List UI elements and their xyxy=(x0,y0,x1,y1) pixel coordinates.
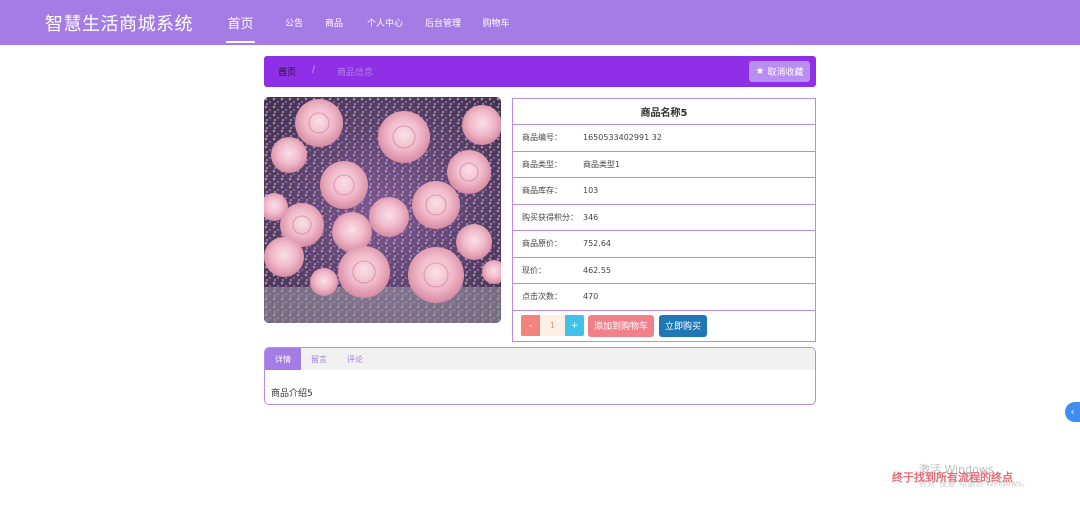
info-row-code: 商品编号： 1650533402991 32 xyxy=(513,125,815,152)
breadcrumb-home[interactable]: 首页 xyxy=(278,65,296,78)
nav-item-admin[interactable]: 后台管理 xyxy=(414,0,472,45)
main-nav: 首页 公告 商品 个人中心 后台管理 购物车 xyxy=(212,0,520,45)
info-row-clicks: 点击次数： 470 xyxy=(513,284,815,311)
tab-messages[interactable]: 留言 xyxy=(301,348,337,370)
top-navbar: 智慧生活商城系统 首页 公告 商品 个人中心 后台管理 购物车 xyxy=(0,0,1080,45)
breadcrumb-current: 商品信息 xyxy=(337,68,374,78)
breadcrumb: 首页 / 商品信息 ★ 取消收藏 xyxy=(264,56,816,87)
purchase-actions: - + 添加到购物车 立即购买 xyxy=(513,311,815,341)
nav-item-profile[interactable]: 个人中心 xyxy=(356,0,414,45)
tab-content: 商品介绍5 xyxy=(271,389,313,399)
info-key: 购买获得积分： xyxy=(522,212,578,222)
nav-item-home[interactable]: 首页 xyxy=(219,0,262,45)
overlay-caption: 终于找到所有流程的终点 xyxy=(892,471,1013,484)
info-value: 1650533402991 32 xyxy=(583,133,662,143)
info-row-stock: 商品库存： 103 xyxy=(513,178,815,205)
info-row-type: 商品类型： 商品类型1 xyxy=(513,152,815,178)
product-info-table: 商品名称5 商品编号： 1650533402991 32 商品类型： 商品类型1… xyxy=(512,98,816,342)
tab-bar: 详情 留言 评论 xyxy=(265,348,815,370)
info-key: 点击次数： xyxy=(522,292,562,302)
info-row-current-price: 现价： 462.55 xyxy=(513,258,815,284)
product-name: 商品名称5 xyxy=(513,99,815,125)
info-value: 商品类型1 xyxy=(583,159,621,169)
quantity-decrease-button[interactable]: - xyxy=(521,315,540,336)
side-toggle-button[interactable]: ‹ xyxy=(1065,402,1080,422)
info-row-original-price: 商品原价： 752.64 xyxy=(513,231,815,258)
chevron-left-icon: ‹ xyxy=(1070,406,1075,418)
tab-comments[interactable]: 评论 xyxy=(337,348,373,370)
tab-details[interactable]: 详情 xyxy=(265,348,301,370)
buy-now-button[interactable]: 立即购买 xyxy=(659,314,707,337)
breadcrumb-separator: / xyxy=(312,65,316,75)
info-value: 346 xyxy=(583,212,599,222)
star-icon: ★ xyxy=(755,66,765,77)
info-key: 商品库存： xyxy=(522,186,562,196)
info-value: 752.64 xyxy=(583,239,611,249)
nav-item-cart[interactable]: 购物车 xyxy=(472,0,520,45)
info-value: 103 xyxy=(583,186,599,196)
info-row-points: 购买获得积分： 346 xyxy=(513,205,815,231)
add-to-cart-button[interactable]: 添加到购物车 xyxy=(588,314,654,337)
info-key: 商品类型： xyxy=(522,159,562,169)
detail-tabs: 详情 留言 评论 商品介绍5 xyxy=(264,347,816,405)
info-key: 商品编号： xyxy=(522,133,562,143)
quantity-increase-button[interactable]: + xyxy=(565,315,584,336)
unfavorite-label: 取消收藏 xyxy=(767,68,804,78)
info-value: 470 xyxy=(583,292,599,302)
quantity-input[interactable] xyxy=(540,315,565,336)
info-value: 462.55 xyxy=(583,265,611,275)
unfavorite-button[interactable]: ★ 取消收藏 xyxy=(749,61,810,82)
app-title[interactable]: 智慧生活商城系统 xyxy=(45,10,193,36)
info-key: 现价： xyxy=(522,265,546,275)
rose-bouquet-image xyxy=(264,97,501,323)
product-image xyxy=(264,97,501,323)
info-key: 商品原价： xyxy=(522,239,562,249)
nav-item-goods[interactable]: 商品 xyxy=(314,0,354,45)
nav-item-notice[interactable]: 公告 xyxy=(274,0,314,45)
